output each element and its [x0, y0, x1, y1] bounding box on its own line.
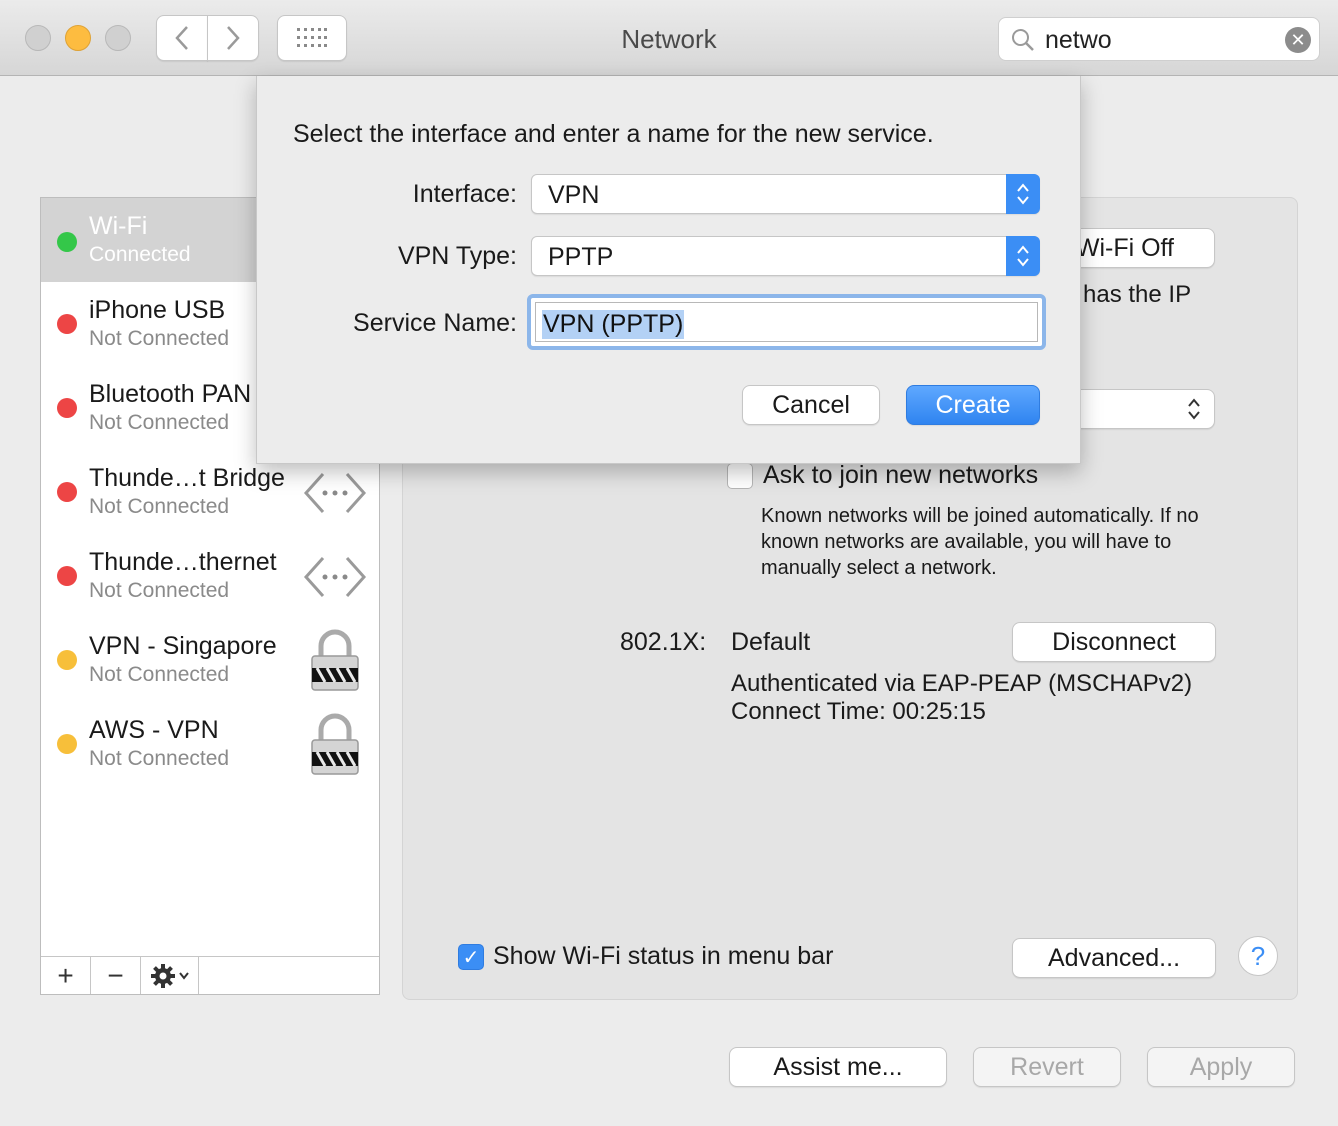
cancel-button[interactable]: Cancel [742, 385, 880, 425]
vpn-type-popup[interactable]: PPTP [531, 236, 1040, 276]
status-dot [57, 566, 77, 586]
service-status: Not Connected [89, 327, 230, 350]
network-name-popup[interactable] [1073, 389, 1215, 429]
help-button[interactable]: ? [1238, 936, 1278, 976]
revert-button[interactable]: Revert [973, 1047, 1121, 1087]
service-name: Wi-Fi [89, 212, 148, 240]
status-dot [57, 314, 77, 334]
service-status: Not Connected [89, 411, 230, 434]
service-list-toolbar: + − [41, 956, 379, 994]
status-dot [57, 398, 77, 418]
title-bar: Network netwo ✕ [0, 0, 1338, 76]
service-name: Thunde…t Bridge [89, 464, 285, 492]
clear-search-icon[interactable]: ✕ [1285, 27, 1311, 53]
remove-service-button[interactable]: − [91, 957, 141, 994]
service-name: VPN - Singapore [89, 632, 277, 660]
interface-label: Interface: [412, 180, 517, 208]
status-dot [57, 650, 77, 670]
service-name: iPhone USB [89, 296, 226, 324]
apply-button[interactable]: Apply [1147, 1047, 1295, 1087]
vpn-lock-icon [311, 629, 359, 691]
vpn-type-label: VPN Type: [397, 242, 517, 270]
ethernet-arrows-icon [303, 556, 367, 598]
vpn-lock-icon [311, 713, 359, 775]
add-service-button[interactable]: + [41, 957, 91, 994]
updown-chevron-icon [1006, 174, 1040, 214]
sheet-title: Select the interface and enter a name fo… [293, 120, 934, 148]
service-name-input-box: VPN (PPTP) [535, 302, 1038, 342]
search-icon [1012, 29, 1034, 51]
service-item-vpn-singapore[interactable]: VPN - Singapore Not Connected [41, 618, 379, 702]
search-input[interactable]: netwo [1045, 26, 1112, 55]
service-status: Not Connected [89, 663, 230, 686]
ask-join-help: Known networks will be joined automatica… [761, 505, 1199, 579]
assist-me-button[interactable]: Assist me... [729, 1047, 947, 1087]
ask-join-checkbox[interactable] [727, 463, 753, 489]
advanced-button[interactable]: Advanced... [1012, 938, 1216, 978]
service-name-label: Service Name: [353, 309, 517, 337]
service-item-thunderbolt-ethernet[interactable]: Thunde…thernet Not Connected [41, 534, 379, 618]
interface-value: VPN [548, 181, 600, 209]
service-name-input[interactable]: VPN (PPTP) [542, 310, 685, 339]
status-dot [57, 734, 77, 754]
new-service-sheet: Select the interface and enter a name fo… [256, 76, 1081, 464]
create-button[interactable]: Create [906, 385, 1040, 425]
service-status: Connected [89, 243, 191, 266]
service-name: AWS - VPN [89, 716, 219, 744]
dot1x-label: 802.1X: [620, 628, 707, 656]
action-menu-button[interactable] [141, 957, 199, 994]
updown-chevron-icon [1188, 398, 1200, 420]
wifi-off-button[interactable]: Wi-Fi Off [1073, 228, 1215, 268]
disconnect-button[interactable]: Disconnect [1012, 622, 1216, 662]
service-status: Not Connected [89, 579, 230, 602]
connect-time: Connect Time: 00:25:15 [731, 698, 986, 725]
service-name-field[interactable]: VPN (PPTP) [527, 294, 1046, 350]
service-name: Bluetooth PAN [89, 380, 252, 408]
updown-chevron-icon [1006, 236, 1040, 276]
status-dot [57, 232, 77, 252]
gear-icon [150, 963, 189, 988]
service-status: Not Connected [89, 747, 230, 770]
interface-popup[interactable]: VPN [531, 174, 1040, 214]
vpn-type-value: PPTP [548, 243, 614, 271]
dot1x-value: Default [731, 628, 811, 656]
service-status: Not Connected [89, 495, 230, 518]
service-name: Thunde…thernet [89, 548, 277, 576]
service-item-aws-vpn[interactable]: AWS - VPN Not Connected [41, 702, 379, 786]
ethernet-arrows-icon [303, 472, 367, 514]
search-field[interactable]: netwo ✕ [998, 17, 1320, 61]
show-wifi-status-label: Show Wi-Fi status in menu bar [493, 942, 834, 970]
auth-text: Authenticated via EAP-PEAP (MSCHAPv2) [731, 670, 1193, 697]
status-description: has the IP [1083, 281, 1192, 308]
show-wifi-status-checkbox[interactable]: ✓ [458, 944, 484, 970]
status-dot [57, 482, 77, 502]
ask-join-label: Ask to join new networks [763, 461, 1039, 489]
